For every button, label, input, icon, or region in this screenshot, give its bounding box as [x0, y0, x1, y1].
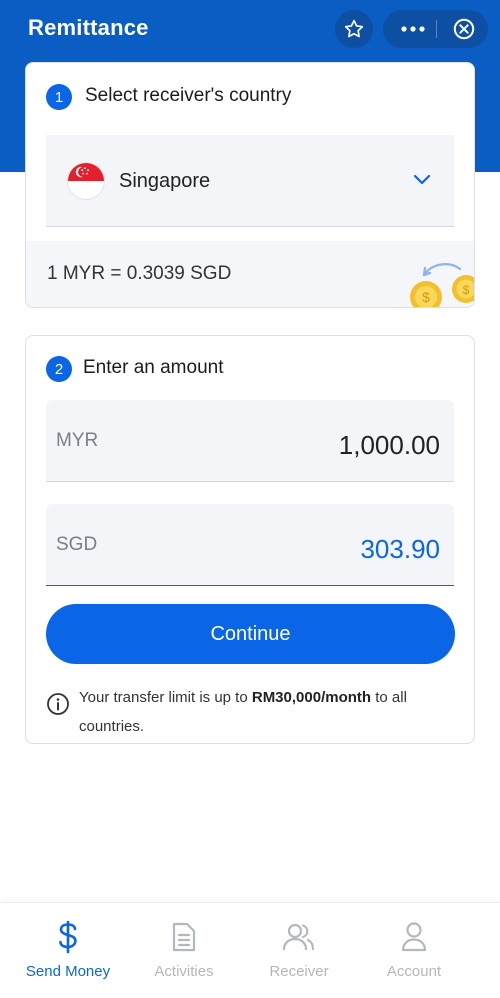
bottom-tab-bar: Send Money Activities Receiver Account	[0, 902, 500, 998]
star-icon	[344, 19, 364, 38]
country-name: Singapore	[119, 170, 211, 192]
coins-exchange-icon: $ $	[410, 263, 474, 307]
send-currency-label: MYR	[56, 430, 99, 451]
transfer-limit-note: Your transfer limit is up to RM30,000/mo…	[79, 689, 407, 735]
tab-send-money[interactable]: Send Money	[8, 903, 128, 998]
exchange-rate-text: 1 MYR = 0.3039 SGD	[47, 263, 232, 284]
receive-currency-label: SGD	[56, 534, 98, 555]
step-number-badge: 2	[46, 356, 72, 382]
receive-amount-value[interactable]: 303.90	[360, 534, 440, 565]
country-dropdown[interactable]: Singapore	[46, 135, 454, 227]
more-icon	[401, 26, 425, 32]
tab-receiver[interactable]: Receiver	[239, 903, 359, 998]
tab-label: Activities	[154, 963, 214, 980]
transfer-limit-value: RM30,000/month	[251, 689, 372, 706]
exchange-rate-bar: 1 MYR = 0.3039 SGD $ $	[26, 241, 474, 307]
svg-text:$: $	[422, 289, 430, 305]
users-icon	[282, 923, 315, 951]
favorite-button[interactable]	[335, 10, 373, 48]
more-button[interactable]	[395, 10, 431, 48]
tab-label: Send Money	[25, 963, 111, 980]
close-button[interactable]	[445, 10, 483, 48]
close-icon	[453, 18, 475, 40]
send-amount-field[interactable]: MYR 1,000.00	[46, 400, 454, 482]
step-number-badge: 1	[46, 84, 72, 110]
receive-amount-field[interactable]: SGD 303.90	[46, 504, 454, 586]
app-title: Remittance	[28, 15, 149, 40]
step-title: Enter an amount	[83, 357, 224, 378]
dollar-icon	[59, 920, 77, 954]
continue-button[interactable]: Continue	[46, 604, 455, 664]
capsule-divider	[436, 20, 437, 38]
info-icon	[47, 693, 69, 715]
amount-card: 2 Enter an amount MYR 1,000.00 SGD 303.9…	[25, 335, 475, 744]
tab-label: Account	[386, 963, 442, 980]
singapore-flag-icon	[68, 163, 104, 199]
step-title: Select receiver's country	[85, 85, 292, 106]
tab-activities[interactable]: Activities	[124, 903, 244, 998]
mini-app-capsule	[383, 10, 488, 48]
chevron-down-icon	[413, 174, 431, 185]
svg-text:$: $	[463, 283, 470, 297]
document-icon	[172, 922, 196, 952]
country-card: 1 Select receiver's country Singapore 1 …	[25, 62, 475, 308]
person-icon	[401, 922, 427, 952]
send-amount-value[interactable]: 1,000.00	[339, 430, 440, 461]
tab-account[interactable]: Account	[354, 903, 474, 998]
tab-label: Receiver	[269, 963, 329, 980]
